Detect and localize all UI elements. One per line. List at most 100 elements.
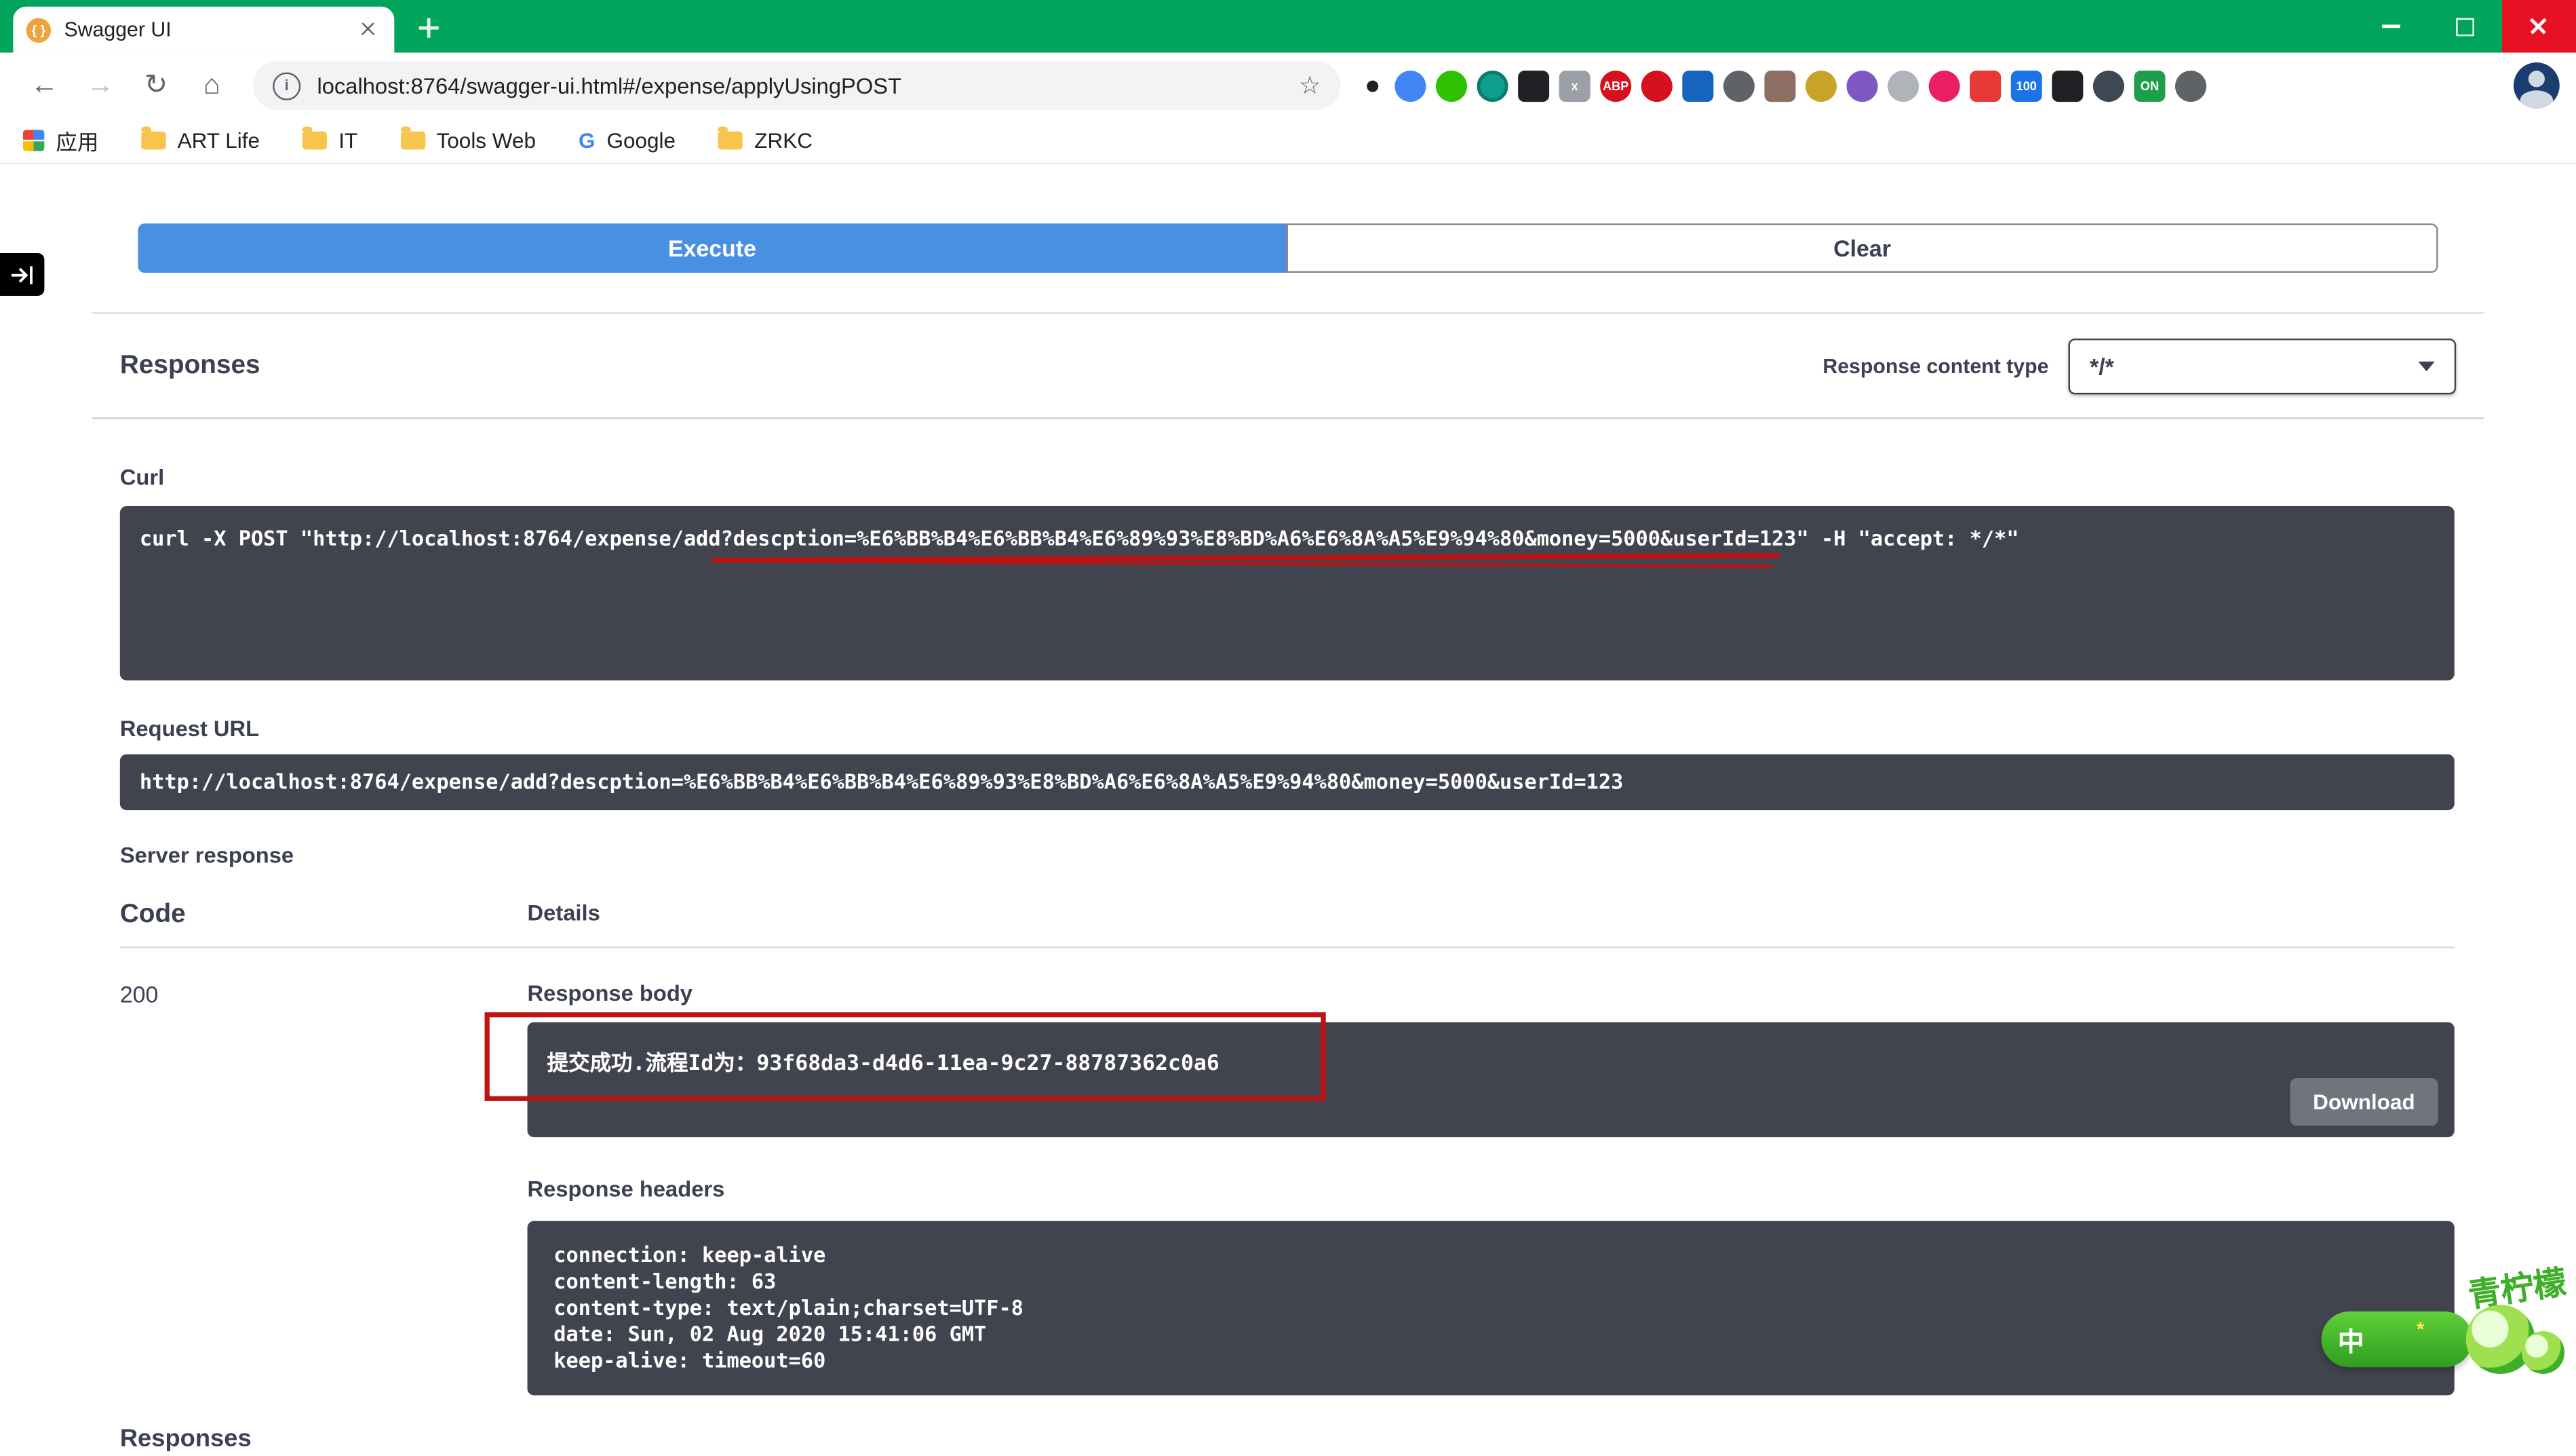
folder-icon <box>400 132 425 150</box>
sparkle-icon: * <box>2417 1318 2424 1341</box>
response-body-block: 提交成功.流程Id为：93f68da3-d4d6-11ea-9c27-88787… <box>528 1022 2455 1138</box>
download-button[interactable]: Download <box>2290 1078 2438 1126</box>
back-button[interactable]: ← <box>23 64 66 107</box>
window-close-button[interactable] <box>2502 0 2576 53</box>
response-header-line: keep-alive: timeout=60 <box>553 1347 2428 1374</box>
globe-extension-icon[interactable] <box>2093 70 2124 101</box>
response-headers-block: connection: keep-alive content-length: 6… <box>528 1221 2455 1396</box>
expand-arrow-icon <box>10 264 35 285</box>
content-type-select[interactable]: */* <box>2069 339 2457 394</box>
execute-button[interactable]: Execute <box>138 223 1286 273</box>
folder-icon <box>718 132 743 150</box>
tab-title: Swagger UI <box>64 18 355 41</box>
bookmark-folder-zrkc[interactable]: ZRKC <box>718 128 813 153</box>
window-controls <box>2354 0 2576 53</box>
request-url-value: http://localhost:8764/expense/add?descpt… <box>120 754 2455 810</box>
password-extension-icon[interactable] <box>1806 70 1837 101</box>
responses-body: Curl curl -X POST "http://localhost:8764… <box>120 465 2455 1453</box>
bookmark-folder-tools-web[interactable]: Tools Web <box>400 128 536 153</box>
downloader-extension-icon[interactable] <box>1682 70 1713 101</box>
sidebar-expand-button[interactable] <box>0 253 44 296</box>
responses-footer-title: Responses <box>120 1425 2455 1453</box>
translate-extension-icon[interactable] <box>1394 70 1426 101</box>
response-content-type-label: Response content type <box>1822 355 2048 378</box>
google-g-icon: G <box>579 128 596 153</box>
adguard-extension-icon[interactable] <box>1641 70 1673 101</box>
screenshot-extension-icon[interactable] <box>1518 70 1549 101</box>
swagger-page: Execute Clear Responses Response content… <box>0 223 2576 1456</box>
responses-title: Responses <box>120 351 260 381</box>
mail-extension-icon[interactable]: x <box>1559 70 1591 101</box>
swagger-favicon-icon: { } <box>26 17 51 41</box>
curl-command-block: curl -X POST "http://localhost:8764/expe… <box>120 506 2455 681</box>
bird-extension-icon[interactable] <box>1929 70 1960 101</box>
wechat-extension-icon[interactable] <box>1436 70 1467 101</box>
new-tab-button[interactable] <box>408 7 450 50</box>
forward-button[interactable]: → <box>79 64 121 107</box>
response-body-label: Response body <box>528 981 2455 1005</box>
library-extension-icon[interactable] <box>1764 70 1795 101</box>
bookmark-apps[interactable]: 应用 <box>23 125 98 156</box>
on-toggle-extension-icon[interactable]: ON <box>2134 70 2165 101</box>
profile-avatar[interactable] <box>2514 62 2560 109</box>
bookmark-folder-it[interactable]: IT <box>303 128 357 153</box>
tab-strip: { } Swagger UI <box>0 0 2576 53</box>
bookmark-folder-art-life[interactable]: ART Life <box>141 128 260 153</box>
clipper-extension-icon[interactable] <box>1723 70 1755 101</box>
browser-tab[interactable]: { } Swagger UI <box>13 7 394 53</box>
details-column-header: Details <box>528 900 2455 930</box>
lime-icon <box>2522 1331 2564 1374</box>
watermark-text: 青柠檬 <box>2465 1255 2569 1316</box>
abp-extension-icon[interactable]: ABP <box>1600 70 1631 101</box>
response-body-text: 提交成功.流程Id为：93f68da3-d4d6-11ea-9c27-88787… <box>547 1052 1219 1076</box>
browser-window: { } Swagger UI ← → ↻ ⌂ i localhost:8764/… <box>0 0 2576 1397</box>
response-header-line: connection: keep-alive <box>553 1242 2428 1269</box>
response-header-line: content-type: text/plain;charset=UTF-8 <box>553 1295 2428 1322</box>
response-details: Response body 提交成功.流程Id为：93f68da3-d4d6-1… <box>528 981 2455 1395</box>
lime-watermark: 青柠檬 中 * <box>2322 1262 2576 1380</box>
execute-row: Execute Clear <box>138 223 2438 273</box>
window-minimize-button[interactable] <box>2354 0 2428 53</box>
page-info-icon[interactable]: i <box>273 71 300 99</box>
recording-dot-indicator <box>1367 79 1378 91</box>
clear-button[interactable]: Clear <box>1287 223 2438 273</box>
qr-extension-icon[interactable] <box>2052 70 2083 101</box>
paw-extension-icon[interactable] <box>1888 70 1919 101</box>
red-underline-annotation <box>711 553 1779 562</box>
red-underline-annotation <box>721 559 1772 568</box>
window-maximize-button[interactable] <box>2428 0 2502 53</box>
request-url-label: Request URL <box>120 716 2455 741</box>
bookmarks-bar: 应用 ART Life IT Tools Web G Google ZRKC <box>0 118 2576 164</box>
extensions-row: x ABP 100 ON <box>1394 70 2500 101</box>
server-response-label: Server response <box>120 843 2455 868</box>
chevron-down-icon <box>2418 362 2434 372</box>
bookmark-google[interactable]: G Google <box>579 128 676 153</box>
speed-100-extension-icon[interactable]: 100 <box>2011 70 2042 101</box>
status-code: 200 <box>120 981 528 1395</box>
browser-toolbar: ← → ↻ ⌂ i localhost:8764/swagger-ui.html… <box>0 53 2576 119</box>
puzzle-extensions-icon[interactable] <box>2175 70 2206 101</box>
folder-icon <box>141 132 165 150</box>
refresh-button[interactable]: ↻ <box>135 64 178 107</box>
tab-close-icon[interactable] <box>355 16 381 43</box>
response-header-line: content-length: 63 <box>553 1269 2428 1295</box>
content-type-value: */* <box>2090 353 2114 380</box>
tampermonkey-extension-icon[interactable] <box>1477 70 1508 101</box>
folder-icon <box>303 132 327 150</box>
curl-command: curl -X POST "http://localhost:8764/expe… <box>140 526 2019 550</box>
url-text[interactable]: localhost:8764/swagger-ui.html#/expense/… <box>317 73 1298 98</box>
home-button[interactable]: ⌂ <box>191 64 233 107</box>
watermark-bubble: 中 <box>2322 1311 2473 1367</box>
responses-header: Responses Response content type */* <box>92 314 2484 419</box>
address-bar[interactable]: i localhost:8764/swagger-ui.html#/expens… <box>253 61 1340 111</box>
code-column-header: Code <box>120 900 528 930</box>
response-table-header: Code Details <box>120 900 2455 948</box>
calendar-extension-icon[interactable] <box>1970 70 2001 101</box>
apps-grid-icon <box>23 130 44 151</box>
response-content-type: Response content type */* <box>1822 339 2456 394</box>
curl-label: Curl <box>120 465 2455 489</box>
octopus-extension-icon[interactable] <box>1847 70 1878 101</box>
bookmark-star-icon[interactable]: ☆ <box>1299 71 1321 100</box>
response-headers-label: Response headers <box>528 1176 2455 1201</box>
response-header-line: date: Sun, 02 Aug 2020 15:41:06 GMT <box>553 1321 2428 1347</box>
